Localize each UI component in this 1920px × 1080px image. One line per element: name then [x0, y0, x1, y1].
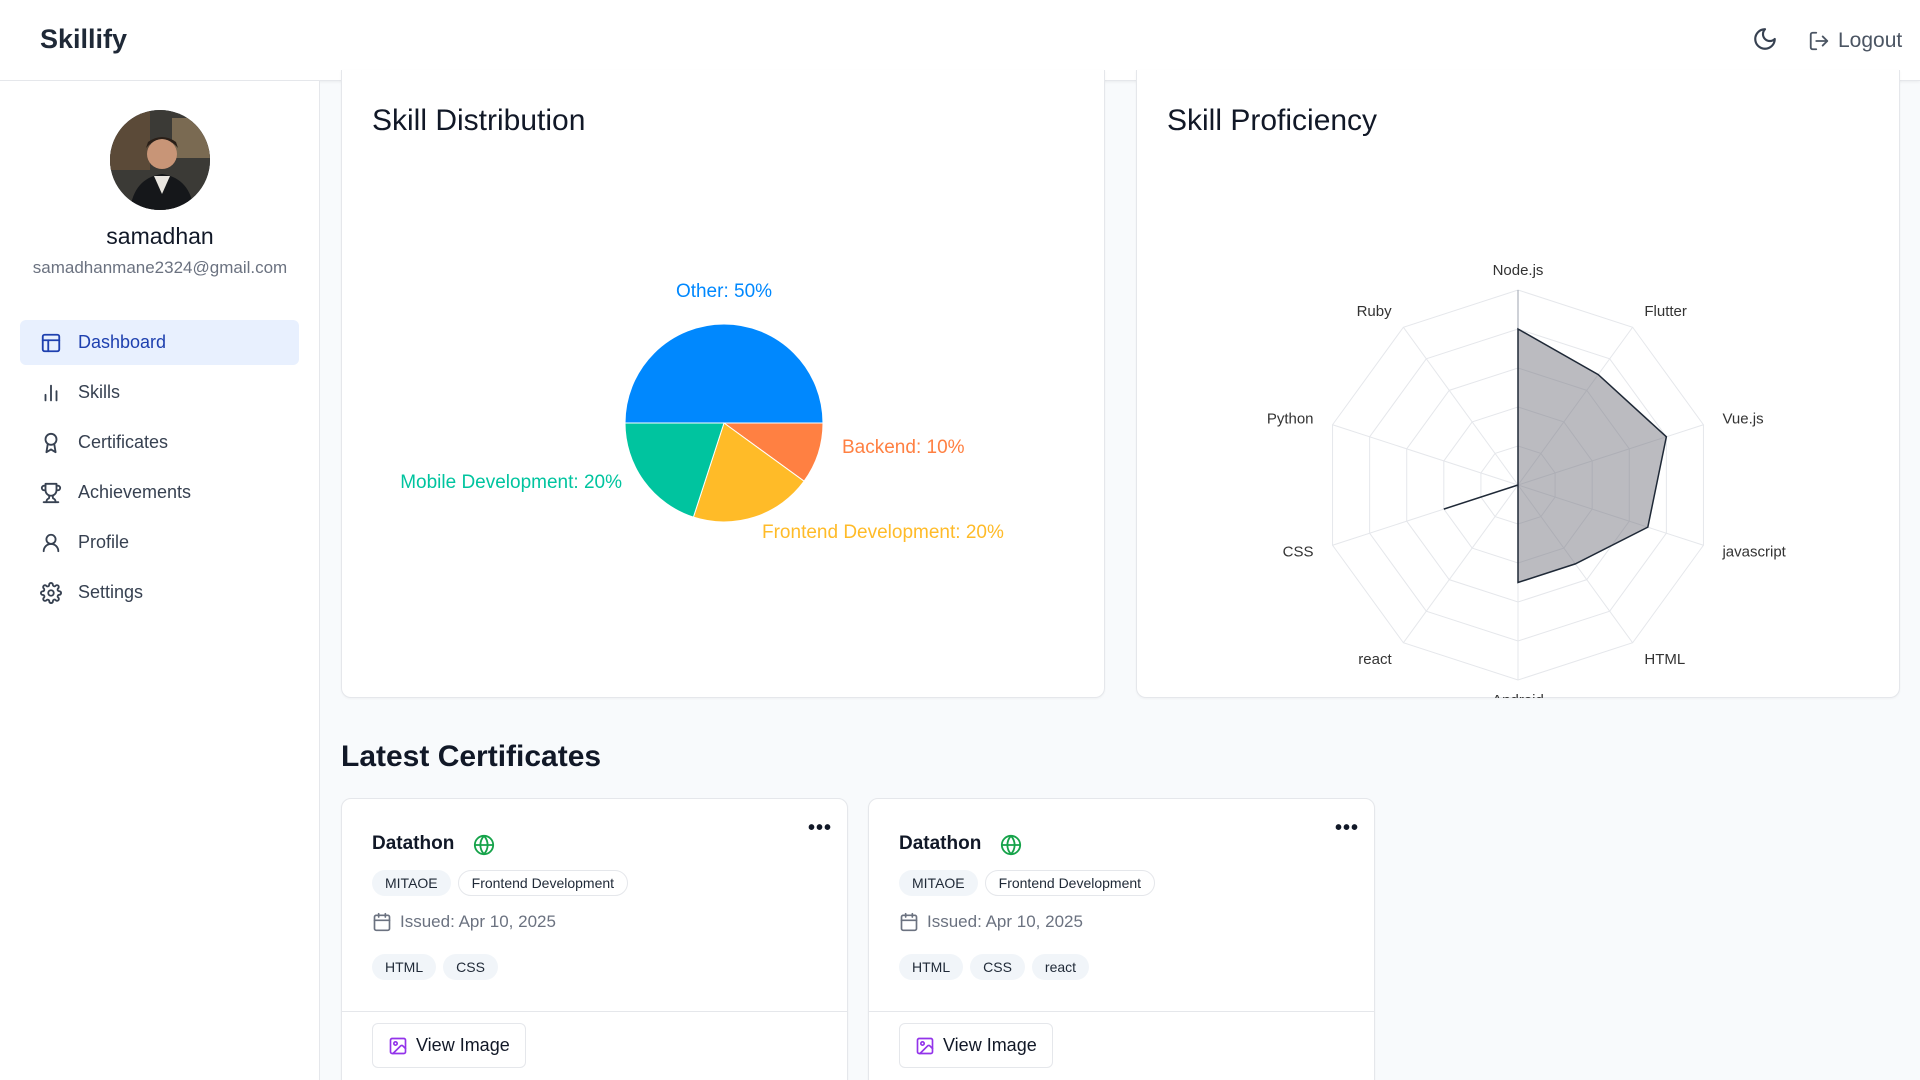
theme-toggle-button[interactable]	[1752, 26, 1782, 56]
category-badge: Frontend Development	[457, 870, 629, 896]
skill-tag: HTML	[372, 954, 437, 980]
issuer-badge: MITAOE	[899, 870, 978, 896]
radar-spoke	[1332, 424, 1519, 486]
calendar-icon	[900, 912, 918, 932]
pie-slice-other[interactable]	[624, 323, 824, 424]
pie-label: Backend: 10%	[842, 437, 965, 458]
radar-axis-label: Vue.js	[1722, 411, 1763, 428]
image-icon	[916, 1037, 934, 1054]
radar-axis-label: Flutter	[1644, 303, 1687, 320]
sidebar-item-dashboard[interactable]: Dashboard	[20, 320, 299, 365]
skill-distribution-title: Skill Distribution	[372, 104, 586, 137]
sidebar-item-settings[interactable]: Settings	[20, 570, 299, 615]
skill-tag: react	[1031, 954, 1090, 980]
skill-proficiency-card: Skill Proficiency Node.js Flutter Vue.js ja…	[1136, 70, 1900, 698]
radar-axis-label: Ruby	[1357, 303, 1393, 320]
radar-spoke	[1402, 326, 1519, 486]
divider	[869, 1011, 1374, 1012]
sidebar-item-label: Skills	[78, 382, 121, 402]
sidebar-item-profile[interactable]: Profile	[20, 520, 299, 565]
radar-axis-label: Android	[1492, 692, 1544, 698]
radar-spoke	[1402, 484, 1519, 644]
radar-axis-label: Python	[1267, 411, 1314, 428]
sidebar-item-achievements[interactable]: Achievements	[20, 470, 299, 515]
sidebar-nav: Dashboard Skills Certificates Achievemen…	[20, 320, 299, 620]
view-image-label: View Image	[416, 1035, 510, 1055]
avatar[interactable]	[110, 110, 210, 210]
skill-tag: HTML	[899, 954, 964, 980]
skill-tags: HTML CSS react	[899, 954, 1090, 980]
gear-icon	[40, 581, 62, 604]
certificate-meta-pills: MITAOE Frontend Development	[899, 870, 1156, 896]
view-image-label: View Image	[943, 1035, 1037, 1055]
image-icon	[389, 1037, 407, 1054]
skill-distribution-pie-chart: Other: 50% Backend: 10% Frontend Developme…	[400, 281, 1004, 543]
skill-proficiency-title: Skill Proficiency	[1167, 104, 1378, 137]
pie-label: Frontend Development: 20%	[762, 522, 1004, 543]
user-email: samadhanmane2324@gmail.com	[32, 258, 288, 277]
brand-logo[interactable]: Skillify	[40, 24, 127, 55]
more-options-icon[interactable]: •••	[1335, 817, 1359, 840]
certificate-title: Datathon	[372, 833, 455, 854]
category-badge: Frontend Development	[984, 870, 1156, 896]
layout-icon	[41, 333, 61, 352]
issued-date: Issued: Apr 10, 2025	[899, 912, 1083, 932]
trophy-icon	[40, 482, 62, 503]
sidebar-item-certificates[interactable]: Certificates	[20, 420, 299, 465]
sidebar-item-label: Certificates	[78, 432, 169, 452]
bar-chart-icon	[44, 384, 58, 401]
sidebar-item-label: Settings	[78, 582, 144, 602]
radar-axis-label: CSS	[1283, 543, 1314, 560]
radar-axis-label: HTML	[1644, 651, 1685, 668]
sidebar-item-label: Achievements	[78, 482, 192, 502]
radar-data-area[interactable]	[1443, 327, 1668, 584]
sidebar-item-label: Profile	[78, 532, 130, 552]
sidebar: samadhan samadhanmane2324@gmail.com Dash…	[0, 81, 320, 1080]
user-icon	[42, 533, 60, 552]
skill-distribution-card: Skill Distribution Other: 50% Backend: 10…	[341, 70, 1105, 698]
top-bar: Skillify Logout	[0, 0, 1920, 81]
calendar-icon	[373, 912, 391, 932]
latest-certificates-title: Latest Certificates	[341, 740, 602, 773]
logout-label: Logout	[1838, 29, 1903, 52]
radar-axis-label: javascript	[1721, 543, 1786, 560]
view-image-button[interactable]: View Image	[372, 1023, 526, 1068]
avatar-photo	[110, 110, 210, 210]
skill-proficiency-radar-chart: Node.js Flutter Vue.js javascript HTML Androi…	[1267, 262, 1787, 698]
sidebar-item-label: Dashboard	[78, 332, 167, 352]
pie-label: Mobile Development: 20%	[400, 472, 622, 493]
certificate-card: Datathon ••• MITAOE Frontend Development…	[341, 798, 848, 1080]
view-image-button[interactable]: View Image	[899, 1023, 1053, 1068]
certificate-meta-pills: MITAOE Frontend Development	[372, 870, 629, 896]
skill-tags: HTML CSS	[372, 954, 498, 980]
divider	[342, 1011, 847, 1012]
logout-icon	[1809, 31, 1829, 51]
user-name: samadhan	[106, 223, 214, 249]
issued-date-text: Issued: Apr 10, 2025	[927, 912, 1083, 931]
more-options-icon[interactable]: •••	[808, 817, 832, 840]
award-icon	[44, 432, 58, 453]
radar-axis-label: react	[1358, 651, 1392, 668]
certificate-card: Datathon ••• MITAOE Frontend Development…	[868, 798, 1375, 1080]
moon-icon	[1754, 28, 1776, 50]
pie-label: Other: 50%	[676, 281, 772, 302]
certificate-title: Datathon	[899, 833, 982, 854]
radar-axis-label: Node.js	[1493, 262, 1544, 279]
globe-icon	[1000, 834, 1022, 856]
skill-tag: CSS	[443, 954, 498, 980]
issued-date: Issued: Apr 10, 2025	[372, 912, 556, 932]
issuer-badge: MITAOE	[372, 870, 451, 896]
skill-tag: CSS	[970, 954, 1025, 980]
logout-button[interactable]: Logout	[1808, 24, 1902, 58]
sidebar-item-skills[interactable]: Skills	[20, 370, 299, 415]
issued-date-text: Issued: Apr 10, 2025	[400, 912, 556, 931]
globe-icon	[473, 834, 495, 856]
